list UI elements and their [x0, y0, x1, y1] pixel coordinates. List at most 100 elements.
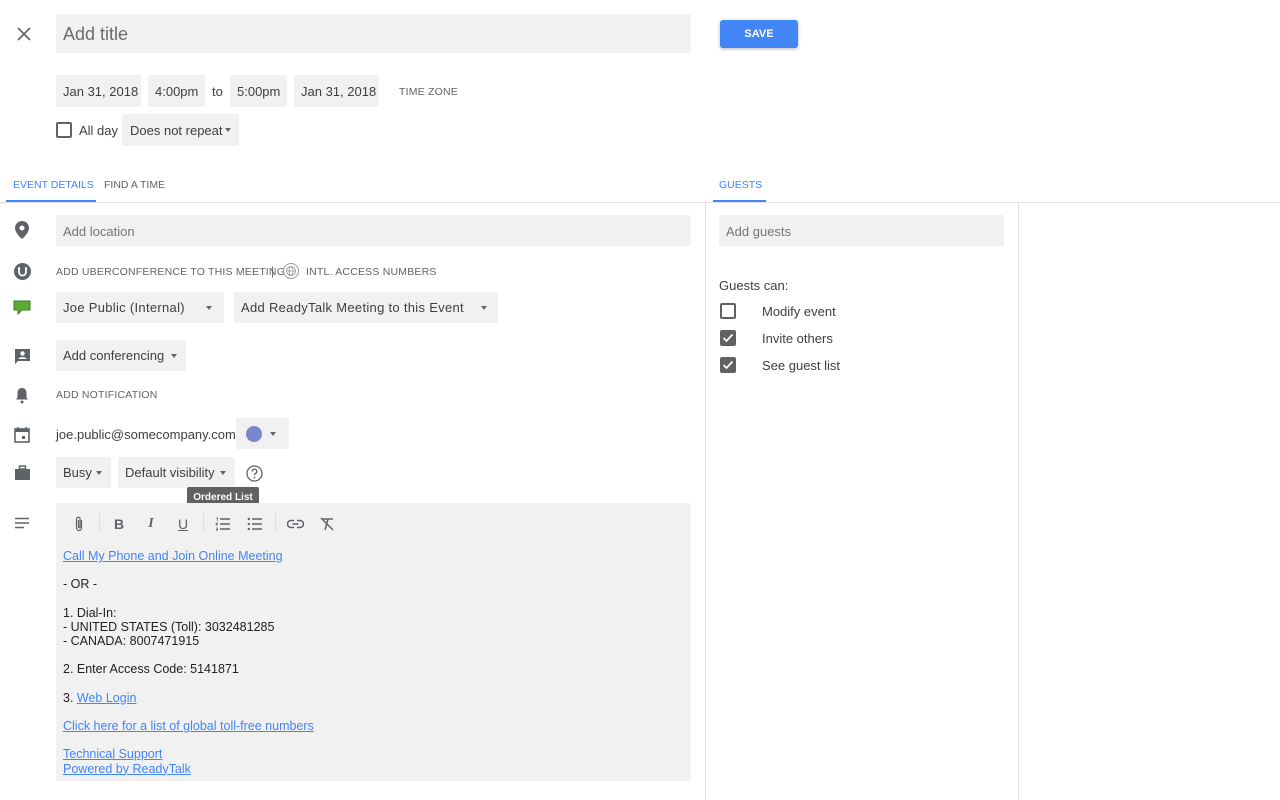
- modify-event-label: Modify event: [762, 304, 836, 319]
- to-label: to: [212, 84, 223, 99]
- help-icon[interactable]: [244, 463, 264, 483]
- tooltip-text: Ordered List: [193, 491, 253, 503]
- start-time-value: 4:00pm: [155, 84, 199, 99]
- add-uberconference-link[interactable]: ADD UBERCONFERENCE TO THIS MEETING: [56, 266, 285, 278]
- column-divider-2: [1018, 203, 1019, 800]
- bold-icon[interactable]: B: [109, 514, 129, 534]
- repeat-value: Does not repeat: [130, 123, 223, 138]
- location-input[interactable]: Add location: [56, 215, 691, 246]
- invite-others-label: Invite others: [762, 331, 833, 346]
- call-my-phone-link[interactable]: Call My Phone and Join Online Meeting: [63, 549, 314, 563]
- readytalk-meeting-dropdown[interactable]: Add ReadyTalk Meeting to this Event: [234, 292, 498, 323]
- all-day-label: All day: [79, 123, 119, 138]
- readytalk-account-value: Joe Public (Internal): [63, 300, 185, 315]
- check-icon: [722, 333, 734, 343]
- chevron-down-icon: [220, 471, 226, 475]
- calendar-color-dropdown[interactable]: [236, 418, 289, 449]
- title-input[interactable]: Add title: [56, 14, 691, 53]
- close-icon[interactable]: [14, 24, 34, 44]
- end-date-picker[interactable]: Jan 31, 2018: [294, 75, 379, 107]
- start-date-picker[interactable]: Jan 31, 2018: [56, 75, 141, 107]
- intl-access-numbers-link[interactable]: INTL. ACCESS NUMBERS: [306, 266, 437, 278]
- start-date-value: Jan 31, 2018: [63, 84, 139, 99]
- bell-icon: [12, 385, 32, 405]
- invite-others-checkbox[interactable]: [720, 330, 736, 346]
- access-code-text: 2. Enter Access Code: 5141871: [63, 662, 239, 677]
- tab-find-a-time[interactable]: FIND A TIME: [96, 170, 172, 202]
- unordered-list-icon[interactable]: [245, 514, 265, 534]
- end-date-value: Jan 31, 2018: [301, 84, 377, 99]
- availability-dropdown[interactable]: Busy: [56, 457, 111, 488]
- global-numbers-link[interactable]: Click here for a list of global toll-fre…: [63, 719, 314, 733]
- end-time-value: 5:00pm: [237, 84, 281, 99]
- attachment-icon[interactable]: [69, 514, 89, 534]
- start-time-picker[interactable]: 4:00pm: [148, 75, 205, 107]
- underline-icon[interactable]: U: [173, 514, 193, 534]
- conferencing-dropdown[interactable]: Add conferencing: [56, 340, 186, 371]
- or-text: - OR -: [63, 577, 98, 592]
- separator: |: [271, 264, 275, 278]
- description-icon: [12, 513, 32, 533]
- clear-formatting-icon[interactable]: [317, 514, 337, 534]
- link-icon[interactable]: [285, 514, 305, 534]
- toolbar-separator: [99, 514, 100, 532]
- timezone-button[interactable]: TIME ZONE: [399, 86, 458, 98]
- conferencing-icon: [12, 346, 32, 366]
- add-notification-button[interactable]: ADD NOTIFICATION: [56, 389, 158, 401]
- toolbar-separator: [203, 514, 204, 532]
- us-number-text: - UNITED STATES (Toll): 3032481285: [63, 619, 275, 634]
- availability-value: Busy: [63, 465, 92, 480]
- location-icon: [12, 220, 32, 240]
- end-time-picker[interactable]: 5:00pm: [230, 75, 287, 107]
- check-icon: [722, 360, 734, 370]
- tab-find-a-time-label: FIND A TIME: [104, 179, 166, 191]
- technical-support-link[interactable]: Technical Support: [63, 747, 314, 761]
- powered-by-readytalk-link[interactable]: Powered by ReadyTalk: [63, 762, 314, 776]
- visibility-value: Default visibility: [125, 465, 215, 480]
- tab-guests-label: GUESTS: [719, 179, 763, 191]
- repeat-dropdown[interactable]: Does not repeat: [122, 114, 239, 146]
- readytalk-account-dropdown[interactable]: Joe Public (Internal): [56, 292, 224, 323]
- chevron-down-icon: [481, 306, 487, 310]
- location-placeholder: Add location: [63, 224, 135, 239]
- modify-event-checkbox[interactable]: [720, 303, 736, 319]
- save-button[interactable]: SAVE: [720, 20, 798, 48]
- column-divider-1: [705, 203, 706, 800]
- canada-number-text: - CANADA: 8007471915: [63, 634, 200, 649]
- readytalk-meeting-value: Add ReadyTalk Meeting to this Event: [241, 300, 464, 315]
- color-swatch: [246, 426, 262, 442]
- guests-can-label: Guests can:: [719, 278, 789, 293]
- web-login-line: 3. Web Login: [63, 691, 314, 705]
- calendar-email: joe.public@somecompany.com: [56, 427, 236, 442]
- tab-event-details-label: EVENT DETAILS: [13, 179, 94, 191]
- chevron-down-icon: [171, 354, 177, 358]
- ordered-list-icon[interactable]: [213, 514, 233, 534]
- chevron-down-icon: [270, 432, 276, 436]
- readytalk-icon: [12, 298, 32, 318]
- visibility-dropdown[interactable]: Default visibility: [118, 457, 235, 488]
- chevron-down-icon: [96, 471, 102, 475]
- italic-icon[interactable]: I: [141, 514, 161, 534]
- chevron-down-icon: [225, 128, 231, 132]
- save-label: SAVE: [744, 28, 774, 40]
- calendar-icon: [12, 424, 32, 444]
- chevron-down-icon: [206, 306, 212, 310]
- tabs-divider: [0, 202, 1280, 203]
- uberconference-icon: [12, 261, 32, 281]
- toolbar-separator: [275, 514, 276, 532]
- web-login-link[interactable]: Web Login: [77, 691, 137, 705]
- add-guests-placeholder: Add guests: [726, 224, 792, 239]
- conferencing-value: Add conferencing: [63, 348, 165, 363]
- add-guests-input[interactable]: Add guests: [719, 215, 1004, 246]
- all-day-checkbox[interactable]: [56, 122, 72, 138]
- globe-icon: [281, 261, 301, 281]
- description-content: Call My Phone and Join Online Meeting - …: [63, 549, 314, 776]
- briefcase-icon: [12, 463, 32, 483]
- title-placeholder: Add title: [63, 24, 129, 44]
- dial-in-text: 1. Dial-In:: [63, 605, 117, 620]
- see-guest-list-label: See guest list: [762, 358, 841, 373]
- see-guest-list-checkbox[interactable]: [720, 357, 736, 373]
- tab-event-details[interactable]: EVENT DETAILS: [6, 170, 96, 202]
- tab-guests[interactable]: GUESTS: [713, 170, 766, 202]
- step3-prefix: 3.: [63, 690, 77, 705]
